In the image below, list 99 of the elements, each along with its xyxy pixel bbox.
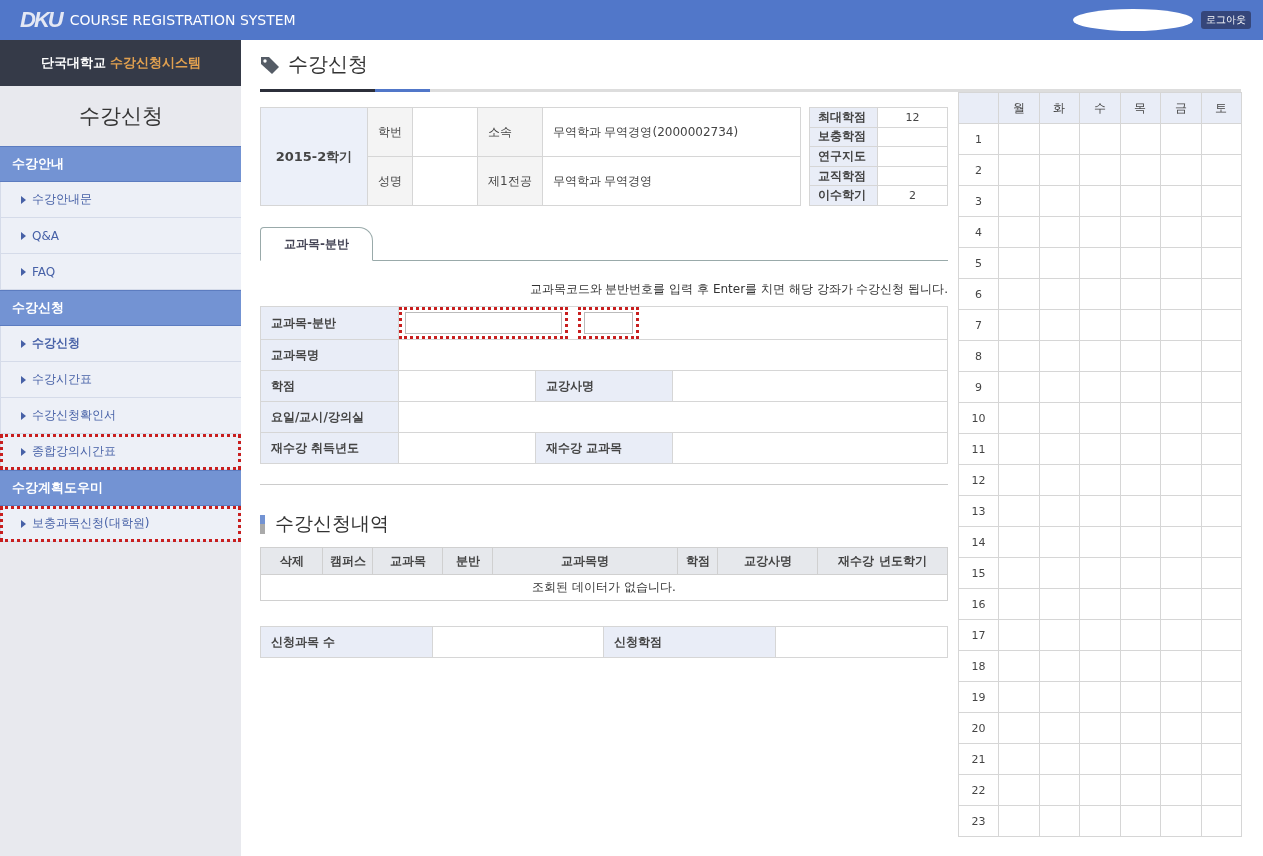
credit-value: 2 [877,185,948,206]
column-header: 교강사명 [717,547,818,575]
field-value [412,156,478,206]
column-header: 재수강 년도학기 [817,547,948,575]
brand-name: 단국대학교 [40,54,106,72]
period-label: 13 [958,495,999,527]
period-label: 3 [958,185,999,217]
field-value: 무역학과 무역경영 [542,156,801,206]
day-header: 토 [1201,92,1242,124]
semester-cell: 2015-2학기 [260,107,368,206]
period-label: 4 [958,216,999,248]
sidebar-title: 수강신청 [77,103,164,130]
menu-item[interactable]: Q&A [0,218,241,254]
field-label: 신청과목 수 [260,626,433,658]
period-label: 20 [958,712,999,744]
period-label: 15 [958,557,999,589]
credit-value [877,127,948,147]
tab[interactable]: 교과목-분반 [260,227,373,261]
credit-value [877,146,948,167]
field-label: 재수강 교과목 [535,432,673,464]
section-marker [260,514,265,534]
field-label: 학점 [260,370,399,402]
section-title: 수강신청내역 [275,511,389,536]
field-label: 소속 [477,107,543,157]
tag-icon [260,55,280,74]
period-label: 9 [958,371,999,403]
field-value: 무역학과 무역경영(2000002734) [542,107,801,157]
column-header: 삭제 [260,547,323,575]
triangle-icon [21,267,26,276]
triangle-icon [21,447,26,456]
triangle-icon [21,411,26,420]
column-header: 분반 [442,547,493,575]
section-field[interactable] [584,312,633,334]
course-code-field[interactable] [405,312,562,334]
menu-item[interactable]: 수강안내문 [0,182,241,218]
menu-item[interactable]: 수강신청확인서 [0,398,241,434]
triangle-icon [21,231,26,240]
field-label: 교과목명 [260,339,399,371]
credit-label: 보충학점 [809,127,878,147]
menu-group-header: 수강신청 [0,290,241,326]
column-header: 교과목 [372,547,443,575]
period-label: 11 [958,433,999,465]
period-label: 8 [958,340,999,372]
day-header: 수 [1079,92,1120,124]
page-title: 수강신청 [288,51,368,78]
credit-value [877,166,948,186]
menu-item[interactable]: 수강시간표 [0,362,241,398]
field-label: 학번 [367,107,413,157]
period-label: 18 [958,650,999,682]
triangle-icon [21,339,26,348]
day-header: 월 [998,92,1039,124]
credit-label: 최대학점 [809,107,878,128]
triangle-icon [21,195,26,204]
menu-item[interactable]: 수강신청 [0,326,241,362]
column-header: 교과목명 [492,547,678,575]
menu-group-header: 수강안내 [0,146,241,182]
period-label: 19 [958,681,999,713]
field-label: 교강사명 [535,370,673,402]
hint-text: 교과목코드와 분반번호를 입력 후 Enter를 치면 해당 강좌가 수강신청 됩니다. [528,281,948,298]
field-label: 교과목-분반 [260,306,399,340]
day-header: 화 [1039,92,1080,124]
field-label: 요일/교시/강의실 [260,401,399,433]
period-label: 10 [958,402,999,434]
field-label: 재수강 취득년도 [260,432,399,464]
logout-button[interactable]: 로그아웃 [1201,11,1251,29]
day-header: 목 [1120,92,1161,124]
period-label: 21 [958,743,999,775]
period-label: 7 [958,309,999,341]
period-label: 2 [958,154,999,186]
menu-item[interactable]: 종합강의시간표 [0,434,241,470]
triangle-icon [21,519,26,528]
credit-label: 이수학기 [809,185,878,206]
menu-item[interactable]: 보충과목신청(대학원) [0,506,241,542]
menu-item[interactable]: FAQ [0,254,241,290]
column-header: 캠퍼스 [322,547,373,575]
period-label: 17 [958,619,999,651]
field-label: 성명 [367,156,413,206]
logo: DKU [20,7,62,33]
period-label: 16 [958,588,999,620]
period-label: 1 [958,123,999,155]
credit-label: 연구지도 [809,146,878,167]
brand-accent: 수강신청시스템 [109,54,201,72]
system-name: COURSE REGISTRATION SYSTEM [69,12,296,28]
column-header: 학점 [677,547,718,575]
period-label: 12 [958,464,999,496]
period-label: 23 [958,805,999,837]
period-label: 22 [958,774,999,806]
field-label: 신청학점 [604,626,776,658]
period-label: 14 [958,526,999,558]
field-label: 제1전공 [477,156,543,206]
day-header: 금 [1160,92,1201,124]
field-value [412,107,478,157]
credit-label: 교직학점 [809,166,878,186]
period-label: 6 [958,278,999,310]
triangle-icon [21,375,26,384]
menu-group-header: 수강계획도우미 [0,470,241,506]
period-label: 5 [958,247,999,279]
empty-message: 조회된 데이터가 없습니다. [260,574,948,601]
credit-value: 12 [877,107,948,128]
